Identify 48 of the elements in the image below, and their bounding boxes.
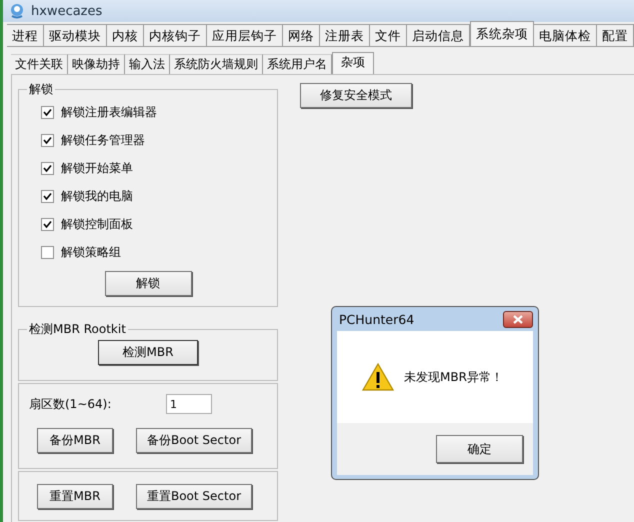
tab[interactable]: 系统防火墙规则 bbox=[170, 54, 263, 74]
tab[interactable]: 内核钩子 bbox=[144, 24, 207, 46]
tab[interactable]: 输入法 bbox=[125, 54, 170, 74]
repair-safe-mode-button[interactable]: 修复安全模式 bbox=[300, 83, 412, 108]
tab[interactable]: 系统杂项 bbox=[470, 21, 534, 46]
tab[interactable]: 杂项 bbox=[332, 52, 374, 74]
checkbox[interactable] bbox=[41, 134, 54, 147]
checkbox-label: 解锁开始菜单 bbox=[61, 160, 133, 177]
warning-icon bbox=[362, 363, 394, 391]
dialog-title: PCHunter64 bbox=[338, 312, 414, 326]
checkbox[interactable] bbox=[41, 190, 54, 203]
checkbox-label: 解锁控制面板 bbox=[61, 216, 133, 233]
reset-button[interactable]: 重置MBR bbox=[37, 484, 113, 509]
backup-button[interactable]: 备份Boot Sector bbox=[136, 428, 252, 453]
sector-count-field[interactable]: 1 bbox=[166, 394, 212, 414]
tab[interactable]: 电脑体检 bbox=[534, 24, 597, 46]
checkbox[interactable] bbox=[41, 246, 54, 259]
group-title: 解锁 bbox=[28, 81, 54, 98]
tab[interactable]: 文件关联 bbox=[11, 54, 68, 74]
checkbox-label: 解锁我的电脑 bbox=[61, 188, 133, 205]
tab[interactable]: 进程 bbox=[7, 24, 44, 46]
tab[interactable]: 注册表 bbox=[320, 24, 370, 46]
close-icon bbox=[513, 314, 523, 324]
close-button[interactable] bbox=[503, 310, 533, 328]
tab[interactable]: 网络 bbox=[283, 24, 320, 46]
detect-mbr-button[interactable]: 检测MBR bbox=[98, 340, 198, 365]
reset-button[interactable]: 重置Boot Sector bbox=[136, 484, 252, 509]
tab[interactable]: 映像劫持 bbox=[68, 54, 125, 74]
tab[interactable]: 配置 bbox=[597, 24, 634, 46]
checkbox[interactable] bbox=[41, 106, 54, 119]
tab[interactable]: 驱动模块 bbox=[44, 24, 107, 46]
ok-button[interactable]: 确定 bbox=[436, 435, 523, 463]
checkbox-label: 解锁策略组 bbox=[61, 244, 121, 261]
tab[interactable]: 应用层钩子 bbox=[207, 24, 283, 46]
window-title: hxwecazes bbox=[31, 4, 102, 18]
checkbox[interactable] bbox=[41, 162, 54, 175]
sector-count-label: 扇区数(1~64): bbox=[29, 396, 112, 412]
tab[interactable]: 文件 bbox=[370, 24, 407, 46]
checkbox-label: 解锁任务管理器 bbox=[61, 132, 145, 149]
tab[interactable]: 启动信息 bbox=[407, 24, 470, 46]
backup-button[interactable]: 备份MBR bbox=[37, 428, 113, 453]
checkbox-label: 解锁注册表编辑器 bbox=[61, 104, 157, 121]
dialog-message: 未发现MBR异常！ bbox=[404, 368, 503, 386]
group-title: 检测MBR Rootkit bbox=[28, 321, 127, 338]
checkbox[interactable] bbox=[41, 218, 54, 231]
app-icon bbox=[9, 3, 25, 19]
tab[interactable]: 内核 bbox=[107, 24, 144, 46]
unlock-button[interactable]: 解锁 bbox=[104, 271, 192, 296]
